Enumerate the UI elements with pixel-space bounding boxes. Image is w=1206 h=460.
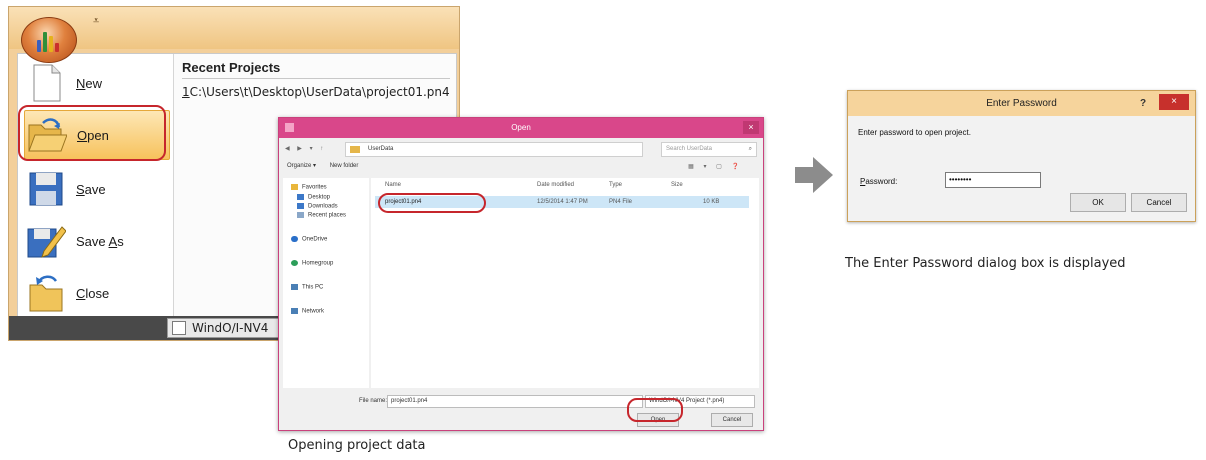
column-name[interactable]: Name	[385, 182, 401, 188]
navigation-arrows-icon[interactable]: ◀ ▶ ▾ ↑	[285, 145, 326, 152]
close-icon[interactable]: ×	[743, 121, 759, 134]
new-file-icon	[26, 63, 66, 103]
close-label: Close	[76, 285, 110, 301]
document-icon	[172, 321, 186, 335]
cloud-icon	[291, 236, 298, 242]
help-icon[interactable]: ?	[1135, 91, 1151, 116]
app-menu-commands: New Open Save Save As Close	[18, 54, 174, 318]
file-type: PN4 File	[609, 199, 633, 205]
desktop-icon	[297, 194, 304, 200]
folder-icon	[350, 146, 360, 153]
file-type-select[interactable]: WindO/I-NV4 Project (*.pn4)	[645, 395, 755, 408]
open-dialog-open-button[interactable]: Open	[637, 413, 679, 427]
enter-password-dialog: Enter Password ? × Enter password to ope…	[847, 90, 1196, 222]
application-button[interactable]	[21, 17, 77, 63]
column-date-modified[interactable]: Date modified	[537, 182, 574, 188]
recent-project-item[interactable]: 1C:\Users\t\Desktop\UserData\project01.p…	[182, 85, 450, 99]
recent-projects-header: Recent Projects	[182, 60, 450, 79]
star-icon	[291, 184, 298, 190]
nav-network[interactable]: Network	[291, 308, 324, 315]
nav-onedrive[interactable]: OneDrive	[291, 236, 327, 243]
app-logo-icon	[37, 32, 63, 52]
search-icon: ⌕	[748, 146, 752, 152]
open-dialog-title-bar: Open ×	[279, 118, 763, 138]
file-date: 12/5/2014 1:47 PM	[537, 199, 588, 205]
open-label: Open	[77, 127, 109, 143]
nav-downloads[interactable]: Downloads	[297, 203, 338, 210]
open-folder-icon	[27, 115, 68, 155]
recent-projects: Recent Projects 1C:\Users\t\Desktop\User…	[176, 54, 456, 99]
new-folder-button[interactable]: New folder	[330, 163, 359, 169]
save-as-icon	[26, 221, 67, 261]
right-arrow-icon	[795, 157, 833, 193]
close-folder-icon	[26, 273, 66, 313]
column-type[interactable]: Type	[609, 182, 622, 188]
dialog-footer: File name: project01.pn4 WindO/I-NV4 Pro…	[283, 390, 759, 430]
window-icon	[285, 123, 294, 132]
downloads-icon	[297, 203, 304, 209]
cancel-button[interactable]: Cancel	[1131, 193, 1187, 212]
file-name: project01.pn4	[385, 199, 422, 205]
view-options-icon[interactable]: ▦ ▾ ▢ ❓	[688, 163, 743, 170]
open-button[interactable]: Open	[24, 110, 170, 160]
nav-recent-places[interactable]: Recent places	[297, 212, 346, 219]
recent-places-icon	[297, 212, 304, 218]
password-field[interactable]: ••••••••	[945, 172, 1041, 188]
nav-favorites[interactable]: Favorites	[291, 184, 327, 191]
close-button[interactable]: Close	[24, 268, 170, 318]
address-bar: ◀ ▶ ▾ ↑ UserData Search UserData ⌕	[283, 142, 759, 158]
computer-icon	[291, 284, 298, 290]
homegroup-icon	[291, 260, 298, 266]
password-dialog-title-bar: Enter Password ? ×	[848, 91, 1195, 116]
save-disk-icon	[26, 169, 66, 209]
file-size: 10 KB	[703, 199, 720, 205]
navigation-pane: Favorites Desktop Downloads Recent place…	[283, 178, 369, 388]
organize-button[interactable]: Organize ▾	[287, 163, 316, 169]
address-path[interactable]: UserData	[345, 142, 643, 157]
nav-homegroup[interactable]: Homegroup	[291, 260, 333, 267]
password-label: Password:	[860, 177, 898, 186]
dialog-toolbar: Organize ▾ New folder ▦ ▾ ▢ ❓	[283, 162, 759, 176]
ok-button[interactable]: OK	[1070, 193, 1126, 212]
save-label: Save	[76, 181, 106, 197]
open-dialog: Open × ◀ ▶ ▾ ↑ UserData Search UserData …	[278, 117, 764, 431]
password-message: Enter password to open project.	[858, 128, 971, 137]
open-dialog-cancel-button[interactable]: Cancel	[711, 413, 753, 427]
nav-this-pc[interactable]: This PC	[291, 284, 323, 291]
caption-opening: Opening project data	[288, 438, 426, 453]
new-button[interactable]: New	[24, 58, 170, 108]
search-input[interactable]: Search UserData ⌕	[661, 142, 757, 157]
caption-displayed: The Enter Password dialog box is display…	[845, 256, 1126, 271]
save-as-button[interactable]: Save As	[24, 216, 170, 266]
quick-access-toolbar-customize[interactable]: ⩡	[93, 14, 99, 28]
network-icon	[291, 308, 298, 314]
close-icon[interactable]: ×	[1159, 94, 1189, 110]
file-row-project01[interactable]: project01.pn4 12/5/2014 1:47 PM PN4 File…	[375, 196, 749, 208]
save-button[interactable]: Save	[24, 164, 170, 214]
new-label: New	[76, 75, 103, 91]
file-list: Name Date modified Type Size project01.p…	[371, 178, 759, 388]
file-name-field[interactable]: project01.pn4	[387, 395, 643, 408]
nav-desktop[interactable]: Desktop	[297, 194, 330, 201]
column-size[interactable]: Size	[671, 182, 683, 188]
file-name-label: File name:	[359, 398, 388, 404]
save-as-label: Save As	[76, 233, 124, 249]
